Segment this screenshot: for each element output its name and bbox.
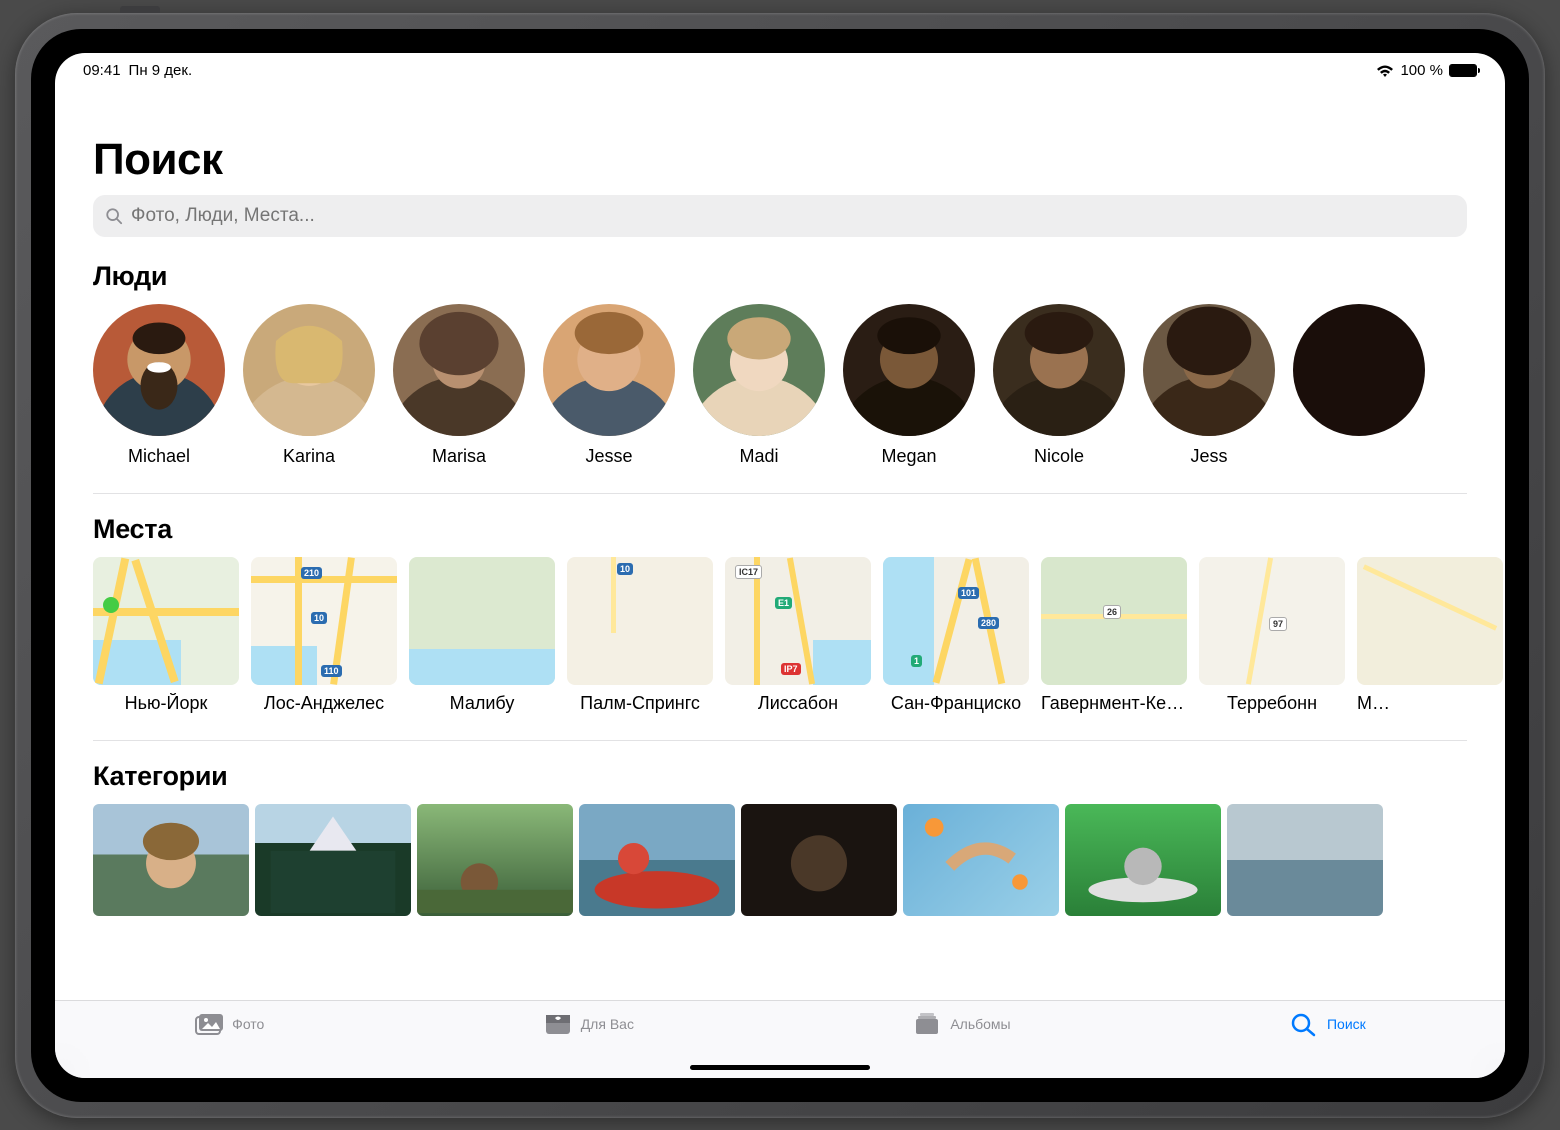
person-name: Jess (1143, 446, 1275, 467)
place-name: Гавернмент-Кемп (1041, 693, 1187, 714)
people-section-header: Люди (93, 261, 1505, 292)
place-name: Лиссабон (725, 693, 871, 714)
place-item[interactable]: IC17 E1 IP7 Лиссабон (725, 557, 871, 714)
map-thumb: 10 (567, 557, 713, 685)
category-item[interactable] (579, 804, 735, 916)
place-item[interactable]: 210 10 110 Лос-Анджелес (251, 557, 397, 714)
person-item[interactable]: Marisa (393, 304, 525, 467)
place-item[interactable]: 101 280 1 Сан-Франциско (883, 557, 1029, 714)
category-item[interactable] (255, 804, 411, 916)
divider (93, 740, 1467, 741)
person-item[interactable] (1293, 304, 1333, 467)
place-name: Marra (1357, 693, 1397, 714)
map-thumb: IC17 E1 IP7 (725, 557, 871, 685)
person-item[interactable]: Jess (1143, 304, 1275, 467)
tab-search[interactable]: Поиск (1289, 1011, 1366, 1037)
map-thumb: 210 10 110 (251, 557, 397, 685)
category-item[interactable] (741, 804, 897, 916)
avatar (843, 304, 975, 436)
tab-label: Фото (232, 1016, 264, 1032)
search-input[interactable] (131, 205, 1455, 227)
page-title: Поиск (93, 135, 1505, 185)
categories-row[interactable] (93, 804, 1505, 924)
places-section-header: Места (93, 514, 1505, 545)
battery-icon (1449, 64, 1477, 77)
place-item[interactable]: Нью-Йорк (93, 557, 239, 714)
map-thumb: 26 (1041, 557, 1187, 685)
place-name: Лос-Анджелес (251, 693, 397, 714)
search-icon (1289, 1011, 1319, 1037)
search-icon (105, 207, 123, 225)
categories-section-header: Категории (93, 761, 1505, 792)
tab-label: Поиск (1327, 1016, 1366, 1032)
category-item[interactable] (93, 804, 249, 916)
for-you-icon (543, 1011, 573, 1037)
place-item[interactable]: 10 Палм-Спрингс (567, 557, 713, 714)
person-item[interactable]: Madi (693, 304, 825, 467)
person-name: Madi (693, 446, 825, 467)
person-name: Megan (843, 446, 975, 467)
category-item[interactable] (1227, 804, 1383, 916)
person-item[interactable]: Jesse (543, 304, 675, 467)
tab-for-you[interactable]: Для Вас (543, 1011, 634, 1037)
place-name: Терребонн (1199, 693, 1345, 714)
avatar (1293, 304, 1425, 436)
avatar (1143, 304, 1275, 436)
place-name: Нью-Йорк (93, 693, 239, 714)
place-item[interactable]: 26 Гавернмент-Кемп (1041, 557, 1187, 714)
person-item[interactable]: Megan (843, 304, 975, 467)
avatar (93, 304, 225, 436)
category-item[interactable] (417, 804, 573, 916)
search-bar[interactable] (93, 195, 1467, 237)
place-item[interactable]: Малибу (409, 557, 555, 714)
map-thumb: 101 280 1 (883, 557, 1029, 685)
place-name: Сан-Франциско (883, 693, 1029, 714)
place-item[interactable]: 97 Терребонн (1199, 557, 1345, 714)
avatar (243, 304, 375, 436)
person-name: Michael (93, 446, 225, 467)
category-item[interactable] (903, 804, 1059, 916)
person-name: Marisa (393, 446, 525, 467)
avatar (993, 304, 1125, 436)
battery-percent: 100 % (1400, 62, 1443, 79)
avatar (543, 304, 675, 436)
avatar (393, 304, 525, 436)
status-time: 09:41 (83, 62, 121, 79)
ipad-bezel: 09:41 Пн 9 дек. 100 % Поиск (31, 29, 1529, 1102)
people-row[interactable]: Michael Karina Marisa (93, 304, 1505, 475)
ipad-frame: 09:41 Пн 9 дек. 100 % Поиск (15, 13, 1545, 1118)
map-thumb (93, 557, 239, 685)
map-thumb (409, 557, 555, 685)
person-item[interactable]: Michael (93, 304, 225, 467)
person-item[interactable]: Nicole (993, 304, 1125, 467)
status-bar: 09:41 Пн 9 дек. 100 % (55, 53, 1505, 83)
place-item[interactable]: Marra (1357, 557, 1397, 714)
tab-bar: Фото Для Вас Альбомы Поиск (55, 1000, 1505, 1078)
tab-label: Для Вас (581, 1016, 634, 1032)
tab-label: Альбомы (950, 1016, 1010, 1032)
tab-photos[interactable]: Фото (194, 1011, 264, 1037)
category-item[interactable] (1065, 804, 1221, 916)
place-name: Палм-Спрингс (567, 693, 713, 714)
person-item[interactable]: Karina (243, 304, 375, 467)
map-thumb: 97 (1199, 557, 1345, 685)
places-row[interactable]: Нью-Йорк 210 10 110 Лос-Анджелес (93, 557, 1505, 722)
divider (93, 493, 1467, 494)
map-thumb (1357, 557, 1503, 685)
wifi-icon (1376, 64, 1394, 78)
person-name: Nicole (993, 446, 1125, 467)
status-date: Пн 9 дек. (129, 62, 193, 79)
avatar (693, 304, 825, 436)
screen: 09:41 Пн 9 дек. 100 % Поиск (55, 53, 1505, 1078)
person-name: Jesse (543, 446, 675, 467)
albums-icon (912, 1011, 942, 1037)
person-name: Karina (243, 446, 375, 467)
home-indicator[interactable] (690, 1065, 870, 1070)
photos-icon (194, 1011, 224, 1037)
content-area: Поиск Люди Michael (55, 83, 1505, 1000)
tab-albums[interactable]: Альбомы (912, 1011, 1010, 1037)
place-name: Малибу (409, 693, 555, 714)
